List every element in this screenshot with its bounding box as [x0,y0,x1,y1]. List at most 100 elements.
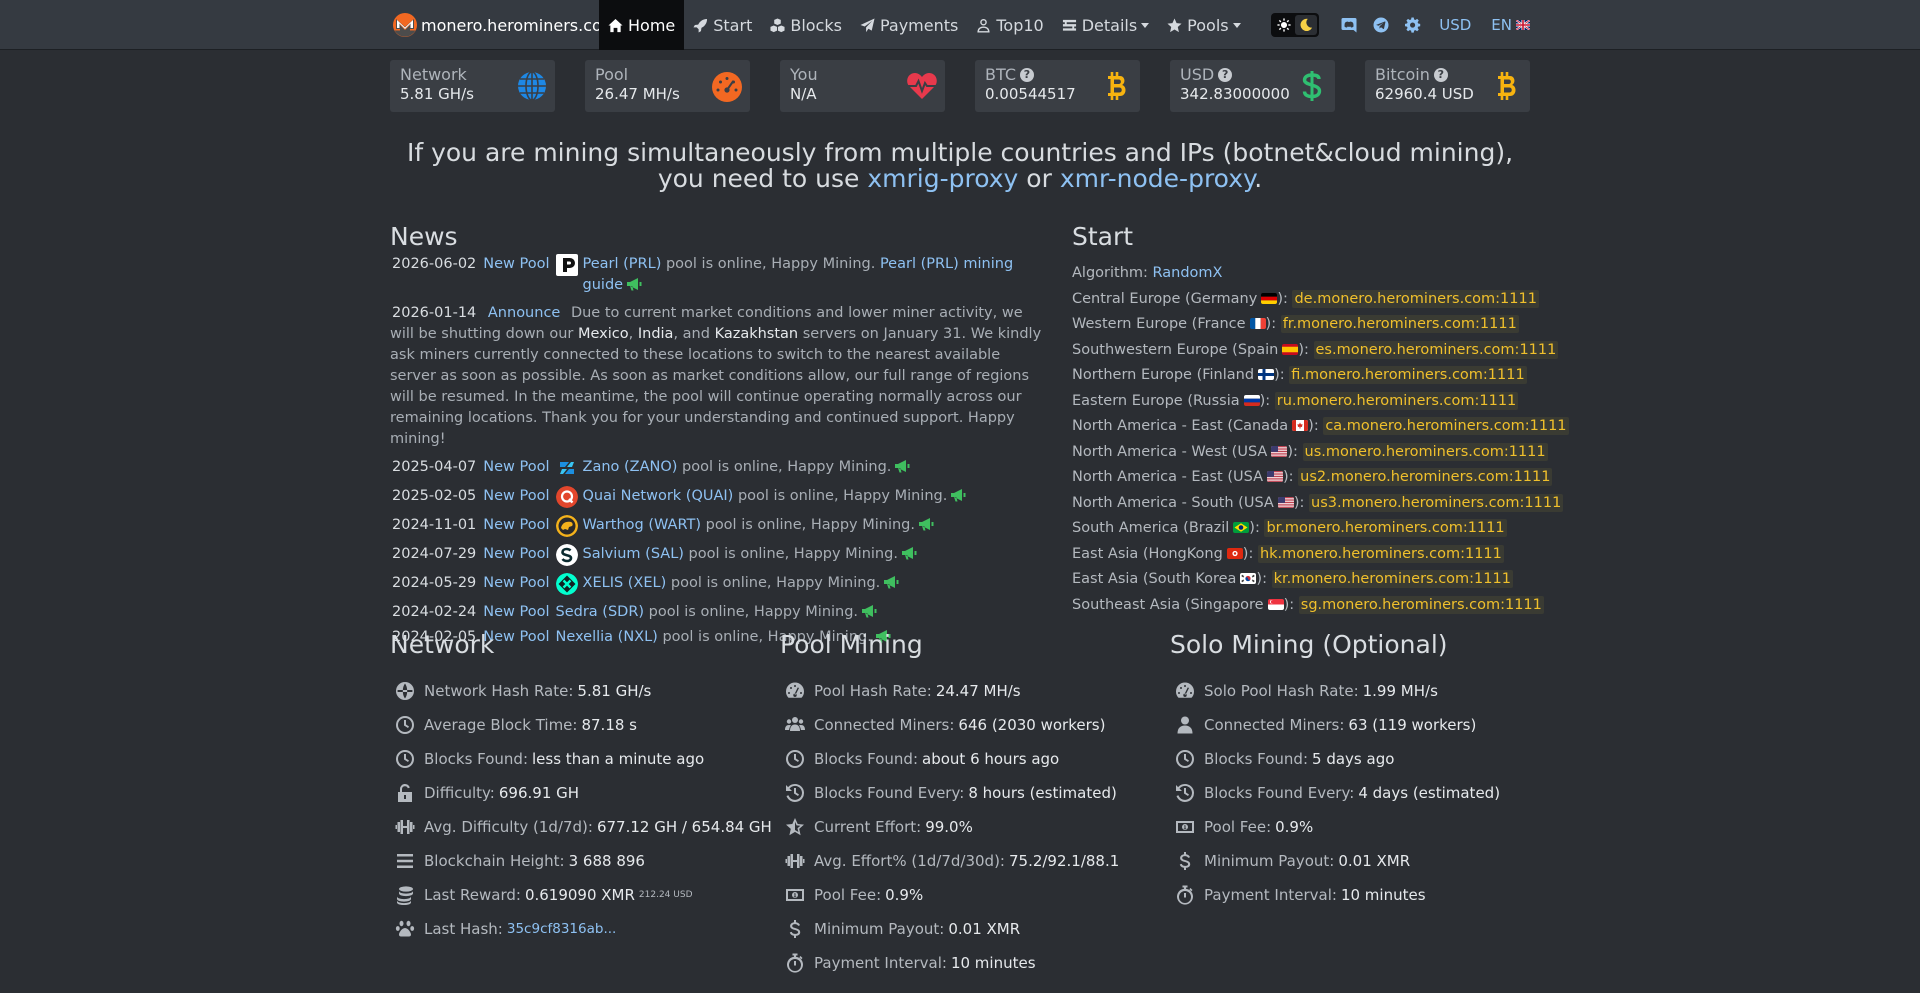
news-tag-link[interactable]: New Pool [483,544,549,565]
stat-row: Difficulty: 696.91 GH [390,776,772,810]
server-host[interactable]: fr.monero.herominers.com:1111 [1280,315,1519,333]
stat-row: Blocks Found: about 6 hours ago [780,742,1119,776]
globe-icon [518,71,546,101]
brand-link[interactable]: monero.herominers.com [393,13,617,37]
theme-toggle[interactable] [1271,13,1320,37]
last-hash-link[interactable]: 35c9cf8316ab... [507,921,616,937]
currency-selector[interactable]: USD [1439,16,1471,34]
server-row: Southwestern Europe (Spain): es.monero.h… [1072,338,1559,364]
announce-tag-link[interactable]: Announce [488,305,560,321]
flag-br-icon [1233,522,1250,533]
stat-row: Avg. Difficulty (1d/7d): 677.12 GH / 654.… [390,810,772,844]
stat-label: Difficulty: [424,784,495,802]
uk-flag-icon [1516,20,1530,30]
coin-link[interactable]: XELIS (XEL) [583,575,667,591]
stat-bitcoin-label: Bitcoin [1375,65,1430,84]
xmrig-proxy-link[interactable]: xmrig-proxy [867,164,1018,193]
coin-link[interactable]: Zano (ZANO) [583,459,678,475]
coin-link[interactable]: Nexellia (NXL) [556,629,658,645]
server-host[interactable]: br.monero.herominers.com:1111 [1264,519,1507,537]
news-title: News [390,222,458,251]
start-server-list: Algorithm: RandomX Central Europe (Germa… [1072,261,1569,618]
flag-es-icon [1282,343,1299,355]
server-host[interactable]: sg.monero.herominers.com:1111 [1298,595,1544,614]
server-host[interactable]: es.monero.herominers.com:1111 [1313,340,1559,359]
paper-plane-icon [860,17,875,33]
banner-text: . [1254,164,1263,193]
server-host[interactable]: us2.monero.herominers.com:1111 [1298,468,1553,486]
server-host[interactable]: kr.monero.herominers.com:1111 [1271,570,1513,588]
zano-icon [559,462,574,474]
nav-pools-dropdown[interactable]: Pools [1158,0,1249,50]
warthog-icon [555,515,578,537]
news-tag-link[interactable]: New Pool [483,457,549,478]
stat-pool: Pool 26.47 MH/s [585,60,750,112]
clock-icon [394,715,416,735]
stat-label: Pool Fee: [814,886,882,904]
news-tag-link[interactable]: New Pool [483,486,549,507]
server-host[interactable]: ca.monero.herominers.com:1111 [1323,417,1569,435]
stat-usd-label: USD [1180,65,1215,84]
stat-label: Current Effort: [814,818,922,836]
news-item: 2024-11-01 New Pool Warthog (WART) pool … [390,515,1045,537]
server-region: East Asia (HongKong [1072,545,1223,562]
coin-link[interactable]: Warthog (WART) [583,517,701,533]
dark-theme-button[interactable] [1295,15,1318,35]
server-region-close: ): [1274,367,1290,383]
nav-top10[interactable]: Top10 [967,0,1052,50]
server-row: North America - East (USA): us2.monero.h… [1072,465,1553,491]
server-host[interactable]: ru.monero.herominers.com:1111 [1274,391,1519,410]
server-row: Eastern Europe (Russia): ru.monero.herom… [1072,389,1532,415]
server-row: Northern Europe (Finland): fi.monero.her… [1072,363,1532,389]
gauge-icon [784,681,806,701]
news-tag-link[interactable]: New Pool [483,254,549,275]
nav-home[interactable]: Home [599,0,685,50]
server-region: Southeast Asia (Singapore [1072,596,1264,613]
server-host[interactable]: fi.monero.herominers.com:1111 [1289,366,1527,384]
algorithm-link[interactable]: RandomX [1153,265,1223,281]
news-date: 2025-02-05 [392,488,477,504]
question-circle-icon[interactable]: ? [1019,68,1034,82]
question-circle-icon[interactable]: ? [1218,68,1233,82]
nav-blocks[interactable]: Blocks [761,0,851,50]
server-row: East Asia (South Korea): kr.monero.herom… [1072,567,1532,593]
proxy-notice-banner: If you are mining simultaneously from mu… [390,140,1530,192]
nav-details-dropdown[interactable]: Details [1053,0,1158,50]
coins-icon [394,885,416,905]
news-item: 2026-06-02 New Pool Pearl (PRL) pool is … [390,254,1045,296]
flag-hk-icon [1226,547,1243,559]
coin-link[interactable]: Salvium (SAL) [583,546,684,562]
algorithm-row: Algorithm: RandomX [1072,261,1532,287]
news-message: pool is online, Happy Mining. [733,488,948,504]
server-host[interactable]: us.monero.herominers.com:1111 [1302,442,1548,461]
language-selector[interactable]: EN [1491,16,1530,34]
coin-link[interactable]: Pearl (PRL) [583,256,662,272]
coin-link[interactable]: Quai Network (QUAI) [583,488,734,504]
light-theme-button[interactable] [1273,15,1295,35]
stat-row: Average Block Time: 87.18 s [390,708,772,742]
server-host[interactable]: us3.monero.herominers.com:1111 [1309,493,1564,512]
stat-usd-equivalent: 212.24 USD [638,890,693,900]
nav-payments[interactable]: Payments [851,0,967,50]
server-region: Western Europe (France [1072,316,1246,332]
news-tag-link[interactable]: New Pool [483,573,549,594]
stat-value: 646 (2030 workers) [958,716,1106,734]
server-host[interactable]: hk.monero.herominers.com:1111 [1257,544,1504,563]
coin-link[interactable]: Sedra (SDR) [556,604,645,620]
nav-start-label: Start [713,15,753,35]
stat-value: 0.619090 XMR [524,886,635,904]
news-message: pool is online, Happy Mining. [701,517,915,533]
nav-start[interactable]: Start [684,0,761,50]
settings-link[interactable] [1405,17,1421,33]
stat-label: Connected Miners: [814,716,955,734]
stat-row: Current Effort: 99.0% [780,810,1119,844]
server-host[interactable]: de.monero.herominers.com:1111 [1292,289,1539,308]
discord-link[interactable] [1341,17,1357,33]
news-tag-link[interactable]: New Pool [483,515,549,536]
news-tag-link[interactable]: New Pool [483,602,549,623]
stat-label: Minimum Payout: [814,920,945,938]
xmr-node-proxy-link[interactable]: xmr-node-proxy [1060,164,1254,193]
stat-row: Blocks Found: less than a minute ago [390,742,772,776]
telegram-link[interactable] [1373,17,1389,33]
question-circle-icon[interactable]: ? [1433,68,1448,82]
